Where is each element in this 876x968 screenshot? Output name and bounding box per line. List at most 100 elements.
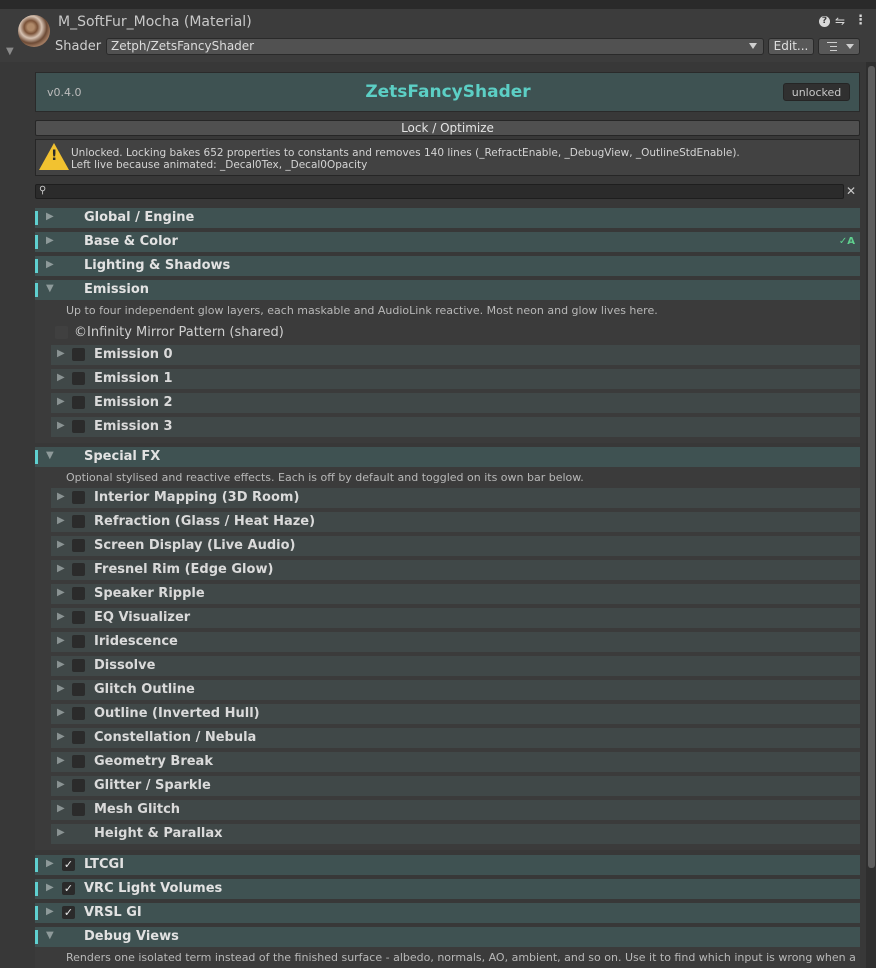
- status-badge: unlocked: [783, 83, 850, 101]
- help-icon[interactable]: ?: [819, 16, 830, 27]
- chevron-down-icon: ▼: [46, 450, 54, 461]
- section-base-color[interactable]: ▶ Base & Color ✓A: [35, 232, 860, 252]
- fx-toggle-checkbox[interactable]: [72, 659, 85, 672]
- edit-shader-button[interactable]: Edit...: [768, 38, 814, 55]
- preset-sliders-icon[interactable]: ⇋: [835, 14, 845, 28]
- fx-toggle-checkbox[interactable]: [72, 707, 85, 720]
- section-label: Base & Color: [84, 234, 178, 249]
- section-debug-views[interactable]: ▼ Debug Views: [35, 927, 860, 947]
- fx-toggle-checkbox[interactable]: [72, 539, 85, 552]
- emission-layer-0[interactable]: ▶ Emission 0: [51, 345, 860, 365]
- section-accent-bar: [35, 283, 38, 297]
- fx-item[interactable]: ▶ Outline (Inverted Hull): [51, 704, 860, 724]
- emission-layer-2[interactable]: ▶ Emission 2: [51, 393, 860, 413]
- fx-toggle-checkbox[interactable]: [72, 563, 85, 576]
- fx-item[interactable]: ▶ Speaker Ripple: [51, 584, 860, 604]
- infinity-mirror-checkbox[interactable]: [55, 326, 68, 339]
- fx-toggle-checkbox[interactable]: [72, 779, 85, 792]
- fx-label: Glitter / Sparkle: [94, 778, 211, 793]
- material-preview-thumbnail[interactable]: [18, 15, 50, 47]
- chevron-right-icon: ▶: [57, 515, 65, 526]
- chevron-right-icon: ▶: [46, 906, 54, 917]
- fx-item[interactable]: ▶ Glitter / Sparkle: [51, 776, 860, 796]
- fx-toggle-checkbox[interactable]: [72, 635, 85, 648]
- fx-item[interactable]: ▶ Refraction (Glass / Heat Haze): [51, 512, 860, 532]
- fx-height-parallax[interactable]: ▶ Height & Parallax: [51, 824, 860, 844]
- fx-toggle-checkbox[interactable]: [72, 515, 85, 528]
- section-vrc-light-volumes[interactable]: ▶ ✓ VRC Light Volumes: [35, 879, 860, 899]
- scrollbar-thumb[interactable]: [868, 66, 875, 868]
- layer-toggle-checkbox[interactable]: [72, 396, 85, 409]
- section-special-fx[interactable]: ▼ Special FX: [35, 447, 860, 467]
- section-label: Lighting & Shadows: [84, 258, 231, 273]
- chevron-right-icon: ▶: [57, 683, 65, 694]
- fx-item[interactable]: ▶ Geometry Break: [51, 752, 860, 772]
- shader-dropdown[interactable]: Zetph/ZetsFancyShader: [106, 38, 764, 55]
- layer-toggle-checkbox[interactable]: [72, 348, 85, 361]
- chevron-right-icon: ▶: [57, 779, 65, 790]
- fx-item[interactable]: ▶ Fresnel Rim (Edge Glow): [51, 560, 860, 580]
- section-accent-bar: [35, 882, 38, 896]
- fx-item[interactable]: ▶ Interior Mapping (3D Room): [51, 488, 860, 508]
- chevron-right-icon: ▶: [57, 755, 65, 766]
- property-search-input[interactable]: [35, 184, 844, 199]
- fx-label: Fresnel Rim (Edge Glow): [94, 562, 274, 577]
- fx-toggle-checkbox[interactable]: [72, 803, 85, 816]
- search-icon: ⚲: [39, 185, 47, 196]
- list-icon: [827, 42, 837, 51]
- fx-item[interactable]: ▶ Dissolve: [51, 656, 860, 676]
- fx-toggle-checkbox[interactable]: [72, 587, 85, 600]
- chevron-right-icon: ▶: [57, 420, 65, 431]
- fx-label: Constellation / Nebula: [94, 730, 257, 745]
- section-toggle-checkbox[interactable]: ✓: [62, 906, 75, 919]
- section-accent-bar: [35, 235, 38, 249]
- fx-toggle-checkbox[interactable]: [72, 491, 85, 504]
- search-clear-icon[interactable]: ✕: [846, 184, 856, 198]
- fx-item[interactable]: ▶ Constellation / Nebula: [51, 728, 860, 748]
- section-label: VRSL GI: [84, 905, 142, 920]
- header-foldout-icon[interactable]: ▼: [6, 46, 14, 57]
- fx-item[interactable]: ▶ EQ Visualizer: [51, 608, 860, 628]
- fx-label: Screen Display (Live Audio): [94, 538, 296, 553]
- chevron-right-icon: ▶: [57, 707, 65, 718]
- chevron-down-icon: [749, 43, 757, 49]
- material-title: M_SoftFur_Mocha (Material): [58, 14, 252, 30]
- section-vrsl-gi[interactable]: ▶ ✓ VRSL GI: [35, 903, 860, 923]
- special-fx-description: Optional stylised and reactive effects. …: [66, 471, 584, 484]
- section-label: VRC Light Volumes: [84, 881, 223, 896]
- fx-item[interactable]: ▶ Mesh Glitch: [51, 800, 860, 820]
- chevron-down-icon: ▼: [46, 283, 54, 294]
- section-global-engine[interactable]: ▶ Global / Engine: [35, 208, 860, 228]
- layer-label: Emission 3: [94, 419, 173, 434]
- section-toggle-checkbox[interactable]: ✓: [62, 882, 75, 895]
- chevron-right-icon: ▶: [46, 882, 54, 893]
- fx-item[interactable]: ▶ Iridescence: [51, 632, 860, 652]
- layer-toggle-checkbox[interactable]: [72, 372, 85, 385]
- chevron-down-icon: ▼: [46, 930, 54, 941]
- fx-label: Outline (Inverted Hull): [94, 706, 260, 721]
- layer-toggle-checkbox[interactable]: [72, 420, 85, 433]
- chevron-right-icon: ▶: [57, 635, 65, 646]
- lock-optimize-button[interactable]: Lock / Optimize: [35, 120, 860, 136]
- fx-label: Height & Parallax: [94, 826, 223, 841]
- section-ltcgi[interactable]: ▶ ✓ LTCGI: [35, 855, 860, 875]
- fx-label: Refraction (Glass / Heat Haze): [94, 514, 316, 529]
- fx-label: Speaker Ripple: [94, 586, 205, 601]
- fx-toggle-checkbox[interactable]: [72, 731, 85, 744]
- section-emission[interactable]: ▼ Emission: [35, 280, 860, 300]
- more-options-icon[interactable]: ⋮: [854, 13, 867, 28]
- shader-label: Shader: [55, 39, 102, 54]
- fx-toggle-checkbox[interactable]: [72, 611, 85, 624]
- emission-layer-3[interactable]: ▶ Emission 3: [51, 417, 860, 437]
- emission-layer-1[interactable]: ▶ Emission 1: [51, 369, 860, 389]
- fx-toggle-checkbox[interactable]: [72, 683, 85, 696]
- material-options-button[interactable]: [818, 38, 860, 55]
- section-toggle-checkbox[interactable]: ✓: [62, 858, 75, 871]
- fx-item[interactable]: ▶ Screen Display (Live Audio): [51, 536, 860, 556]
- warning-text: Unlocked. Locking bakes 652 properties t…: [71, 147, 740, 159]
- chevron-right-icon: ▶: [57, 539, 65, 550]
- section-lighting-shadows[interactable]: ▶ Lighting & Shadows: [35, 256, 860, 276]
- chevron-right-icon: ▶: [46, 259, 54, 270]
- fx-toggle-checkbox[interactable]: [72, 755, 85, 768]
- fx-item[interactable]: ▶ Glitch Outline: [51, 680, 860, 700]
